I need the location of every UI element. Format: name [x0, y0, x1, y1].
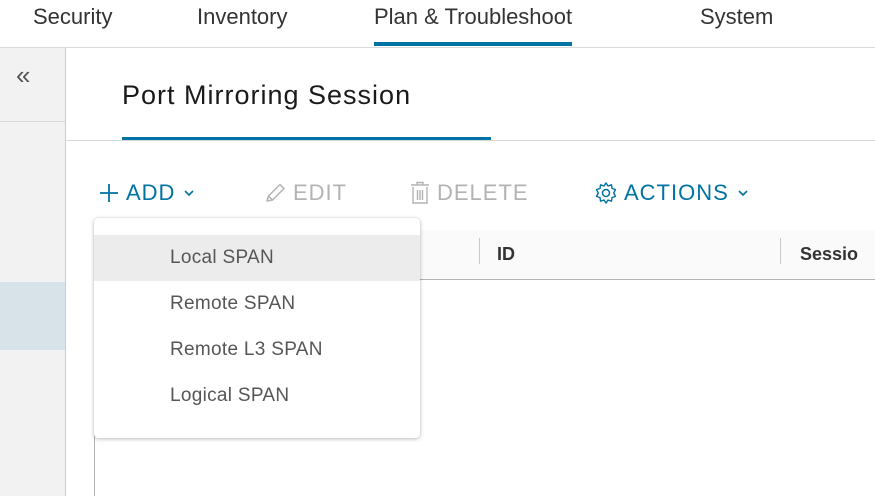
sidebar-item-selected[interactable] — [0, 282, 65, 350]
trash-icon — [409, 181, 431, 205]
actions-label: ACTIONS — [624, 180, 729, 205]
edit-button[interactable]: EDIT — [263, 180, 347, 206]
edit-label: EDIT — [293, 180, 348, 205]
delete-button[interactable]: DELETE — [409, 180, 529, 206]
page-title[interactable]: Port Mirroring Session — [122, 80, 411, 111]
plus-icon — [98, 182, 120, 204]
menu-item-local-span[interactable]: Local SPAN — [94, 235, 420, 281]
tab-inventory[interactable]: Inventory — [197, 4, 288, 30]
add-dropdown-menu: Local SPAN Remote SPAN Remote L3 SPAN Lo… — [94, 218, 420, 438]
chevron-down-icon — [737, 188, 749, 198]
column-separator[interactable] — [479, 238, 480, 264]
delete-label: DELETE — [437, 180, 529, 205]
title-divider — [66, 140, 875, 141]
topnav-divider — [0, 47, 875, 48]
menu-item-remote-span[interactable]: Remote SPAN — [94, 281, 420, 327]
column-separator[interactable] — [780, 238, 781, 264]
tab-system[interactable]: System — [700, 4, 773, 30]
column-header-id[interactable]: ID — [497, 244, 515, 265]
chevron-down-icon — [183, 188, 195, 198]
menu-item-remote-l3-span[interactable]: Remote L3 SPAN — [94, 327, 420, 373]
pencil-icon — [263, 182, 287, 204]
gear-icon — [594, 181, 618, 205]
add-label: ADD — [126, 180, 176, 205]
double-chevron-left-icon[interactable]: « — [16, 62, 30, 88]
sidebar: « — [0, 48, 66, 496]
menu-item-logical-span[interactable]: Logical SPAN — [94, 373, 420, 419]
top-navigation: Security Inventory Plan & Troubleshoot S… — [0, 0, 875, 48]
tab-security[interactable]: Security — [33, 4, 112, 30]
sidebar-divider — [0, 121, 65, 122]
tab-plan-troubleshoot[interactable]: Plan & Troubleshoot — [374, 4, 573, 46]
add-button[interactable]: ADD — [98, 180, 195, 206]
actions-button[interactable]: ACTIONS — [594, 180, 749, 206]
column-header-session[interactable]: Sessio — [800, 244, 858, 265]
